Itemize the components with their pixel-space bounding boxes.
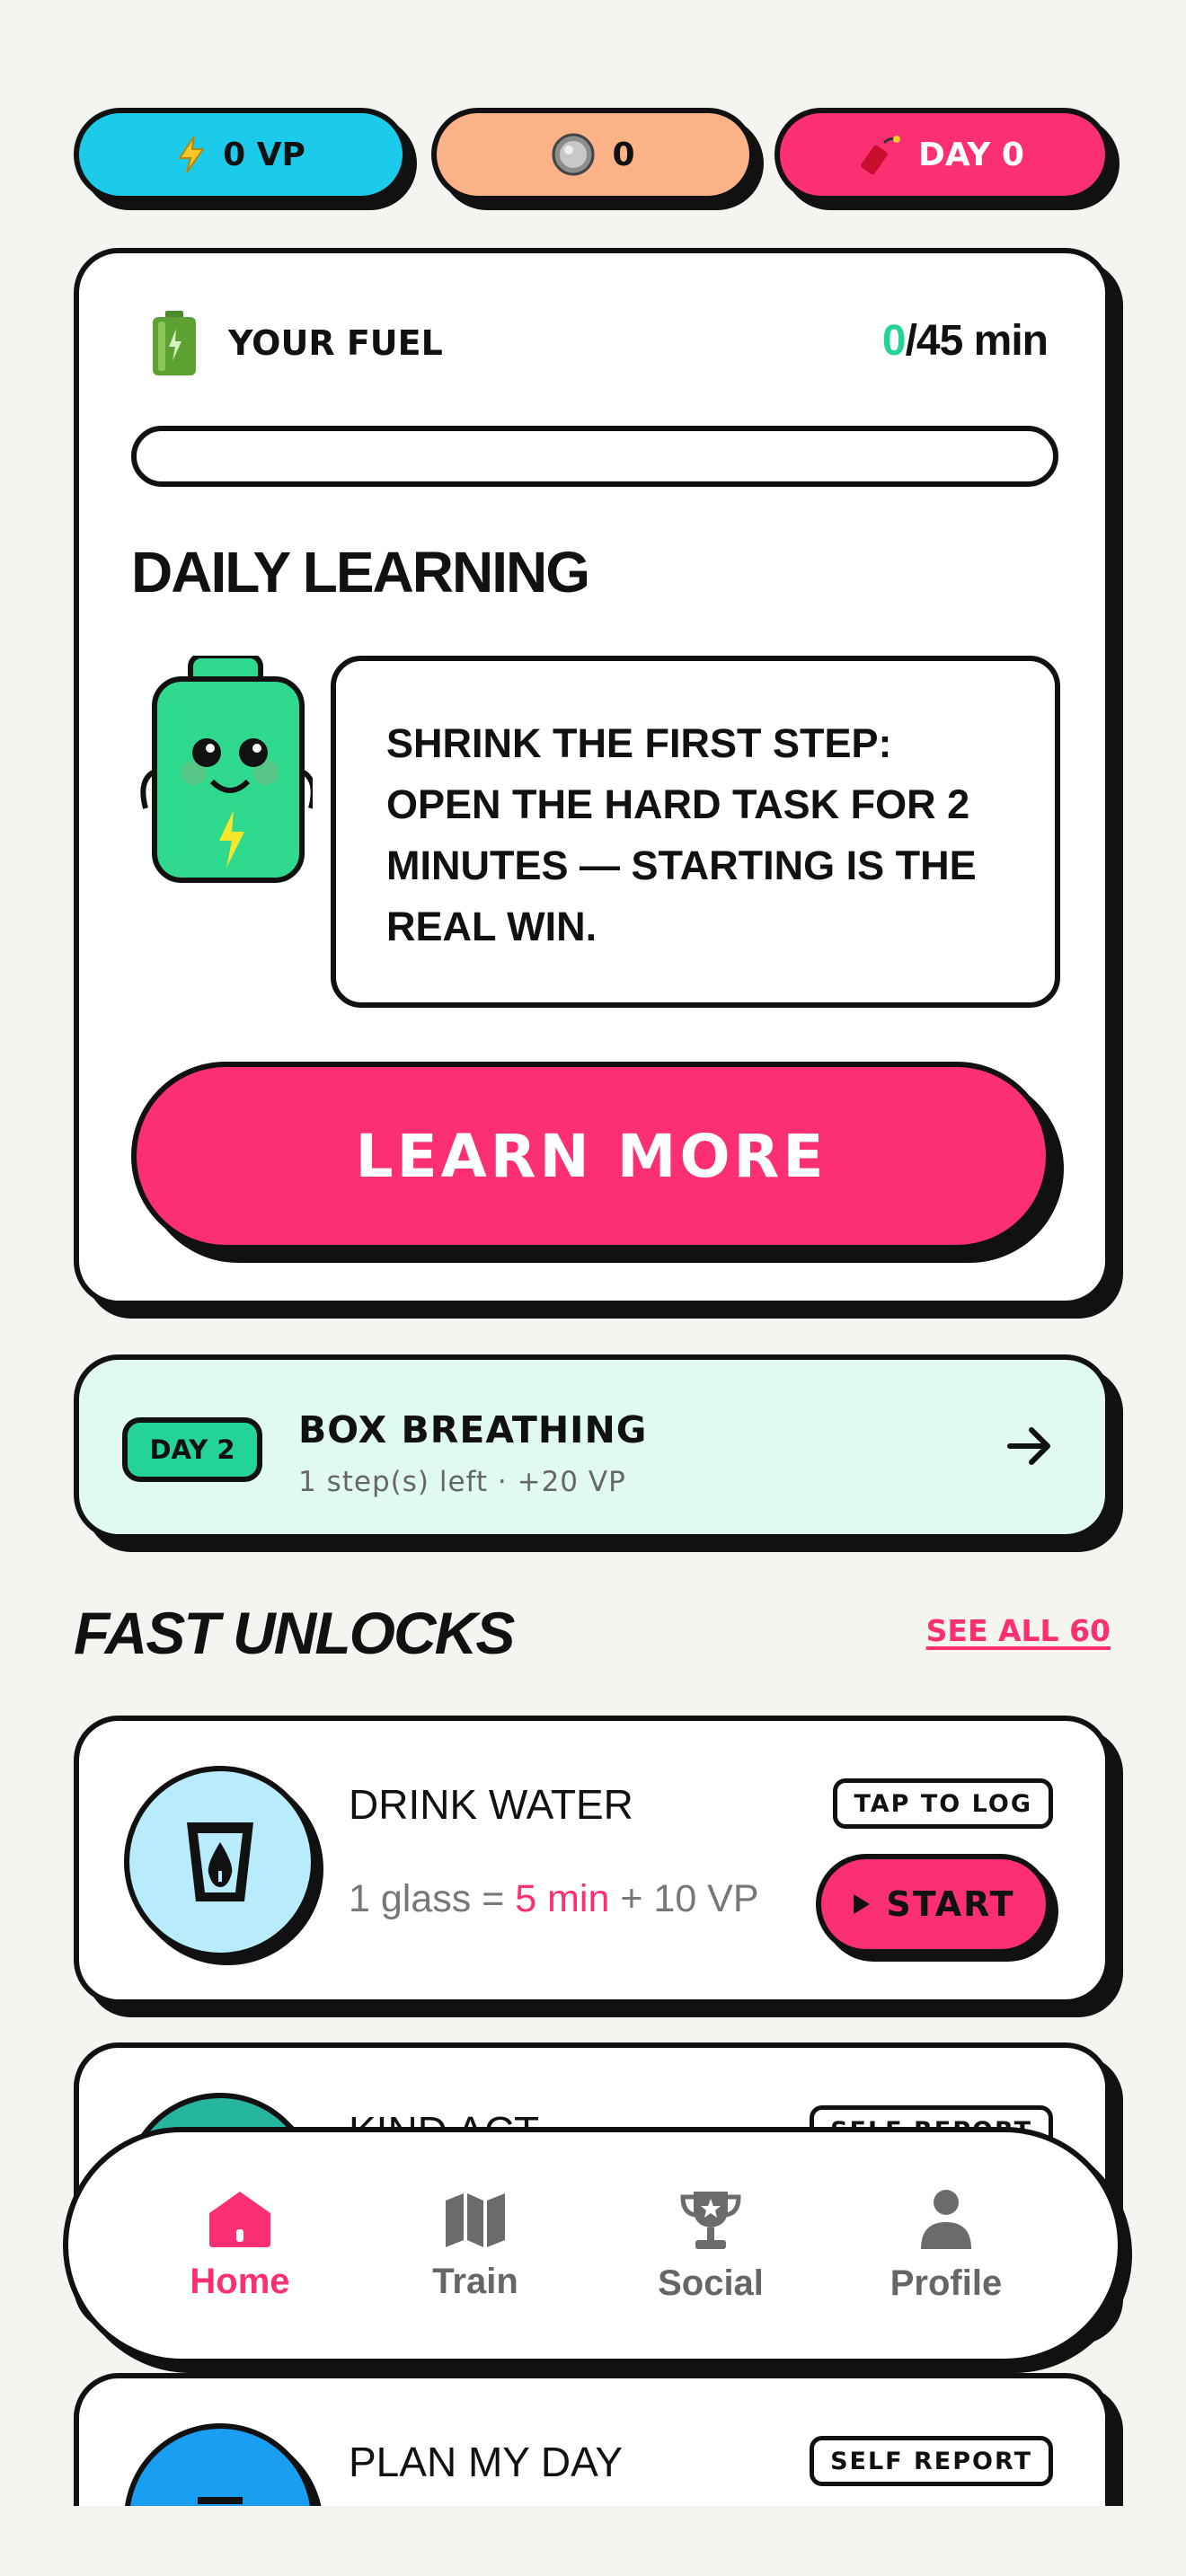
self-report-tag: SELF REPORT <box>810 2436 1053 2486</box>
fuel-progress-bar <box>131 426 1058 487</box>
routine-day-badge: DAY 2 <box>122 1417 262 1482</box>
coin-value: 0 <box>612 136 635 173</box>
battery-mascot-icon <box>140 656 313 883</box>
unlock-card-plan-my-day[interactable]: PLAN MY DAY SELF REPORT <box>74 2373 1111 2506</box>
nav-profile[interactable]: Profile <box>847 2188 1045 2304</box>
routine-subtitle: 1 step(s) left · +20 VP <box>298 1466 626 1498</box>
bottom-navigation: Home Train Social Profile <box>63 2127 1123 2364</box>
day-streak-pill[interactable]: DAY 0 <box>774 108 1111 201</box>
routine-title: BOX BREATHING <box>298 1408 648 1451</box>
fuel-total: /45 min <box>905 317 1049 365</box>
play-icon <box>854 1894 871 1914</box>
routine-card[interactable]: DAY 2 BOX BREATHING 1 step(s) left · +20… <box>74 1354 1111 1539</box>
water-glass-icon <box>187 1822 253 1901</box>
plan-icon <box>198 2497 243 2504</box>
coin-icon <box>552 133 595 176</box>
unlock-card-drink-water[interactable]: DRINK WATER TAP TO LOG 1 glass = 5 min +… <box>74 1716 1111 2005</box>
see-all-link[interactable]: SEE ALL 60 <box>926 1613 1111 1648</box>
fuel-label: YOUR FUEL <box>228 323 443 363</box>
nav-train[interactable]: Train <box>376 2190 574 2302</box>
nav-social[interactable]: Social <box>612 2188 810 2304</box>
vp-value: 0 VP <box>223 136 305 173</box>
start-label: START <box>886 1884 1015 1924</box>
trophy-icon <box>680 2191 741 2249</box>
app-screen: 0 VP 0 DAY 0 YOUR FUEL 0/45 min DAILY LE… <box>0 0 1186 2506</box>
unlock-sub-highlight: 5 min <box>515 1877 610 1920</box>
nav-profile-label: Profile <box>890 2263 1003 2303</box>
learn-more-button[interactable]: LEARN MORE <box>131 1062 1051 1250</box>
fuel-current: 0 <box>881 317 907 365</box>
fuel-count: 0/45 min <box>881 316 1049 366</box>
fast-unlocks-title: FAST UNLOCKS <box>74 1600 515 1666</box>
nav-home[interactable]: Home <box>141 2190 339 2302</box>
arrow-right-icon[interactable] <box>1003 1419 1057 1473</box>
day-value: DAY 0 <box>918 136 1024 173</box>
unlock-subtitle: 1 glass = 5 min + 10 VP <box>349 1877 759 1921</box>
unlock-title: DRINK WATER <box>349 1781 633 1828</box>
unlock-sub-suffix: + 10 VP <box>609 1877 759 1920</box>
home-icon <box>209 2191 270 2247</box>
person-icon <box>921 2189 971 2249</box>
start-button[interactable]: START <box>816 1854 1051 1954</box>
unlock-sub-prefix: 1 glass = <box>349 1877 516 1920</box>
fuel-header: YOUR FUEL <box>151 309 443 377</box>
firecracker-icon <box>861 136 901 175</box>
lightning-icon <box>178 136 205 173</box>
unlock-title: PLAN MY DAY <box>349 2439 624 2485</box>
tip-bubble: SHRINK THE FIRST STEP: OPEN THE HARD TAS… <box>331 656 1060 1008</box>
nav-social-label: Social <box>658 2263 764 2303</box>
nav-home-label: Home <box>190 2261 290 2301</box>
unlock-icon-circle <box>124 1766 316 1958</box>
battery-icon <box>153 311 196 375</box>
coin-pill[interactable]: 0 <box>431 108 755 201</box>
tap-to-log-tag: TAP TO LOG <box>833 1778 1053 1829</box>
unlock-icon-circle <box>124 2423 316 2506</box>
map-icon <box>446 2192 505 2247</box>
vp-pill[interactable]: 0 VP <box>74 108 408 201</box>
nav-train-label: Train <box>432 2261 518 2301</box>
daily-learning-title: DAILY LEARNING <box>131 540 590 604</box>
fuel-card: YOUR FUEL 0/45 min DAILY LEARNING SHRINK… <box>74 248 1111 1306</box>
